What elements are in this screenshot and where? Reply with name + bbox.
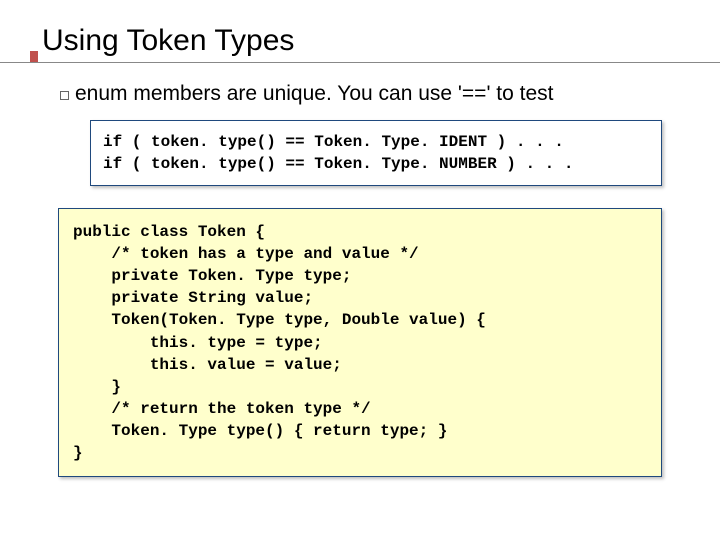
code-usage: if ( token. type() == Token. Type. IDENT…: [103, 131, 649, 175]
code-box-class: public class Token { /* token has a type…: [58, 208, 662, 477]
slide-header: Using Token Types: [42, 24, 678, 58]
square-bullet-icon: [60, 91, 69, 100]
slide-title: Using Token Types: [42, 24, 678, 58]
code-class: public class Token { /* token has a type…: [73, 221, 647, 464]
code-box-usage: if ( token. type() == Token. Type. IDENT…: [90, 120, 662, 186]
bullet-item: enum members are unique. You can use '==…: [60, 82, 678, 106]
bullet-text: enum members are unique. You can use '==…: [75, 82, 554, 106]
title-rule: [0, 62, 720, 63]
